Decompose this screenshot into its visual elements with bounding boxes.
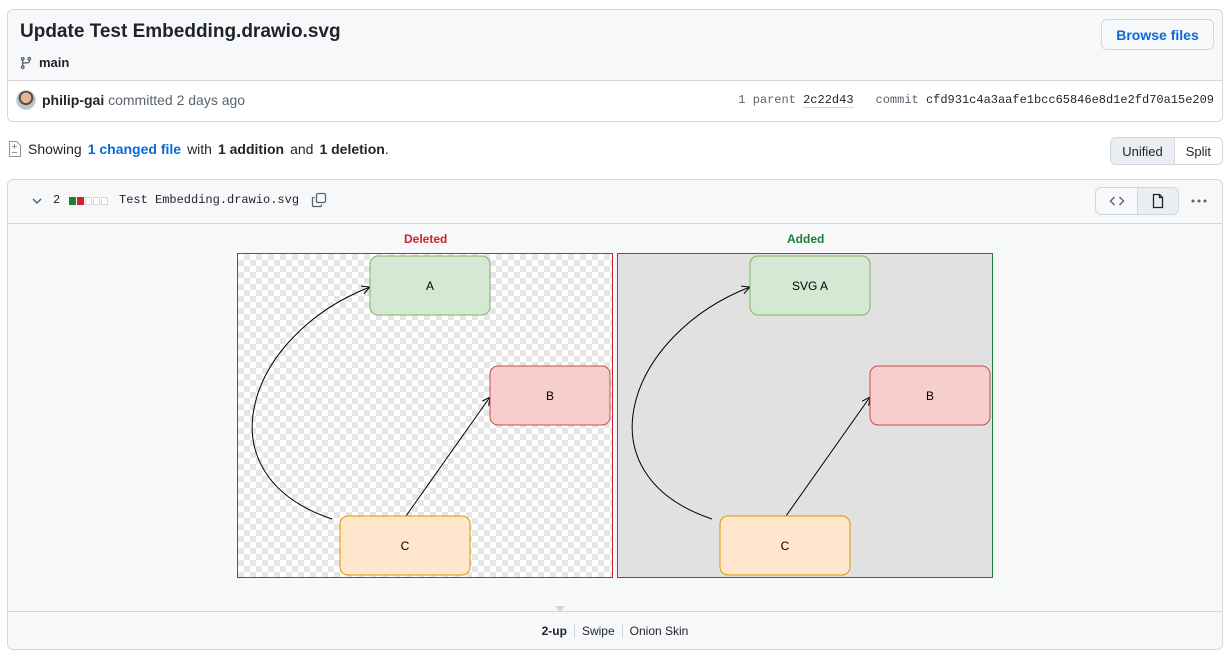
node-b-label: B xyxy=(926,389,934,403)
period: . xyxy=(384,141,389,157)
commit-summary-bar: Update Test Embedding.drawio.svg main Br… xyxy=(8,10,1222,81)
node-b-label: B xyxy=(546,389,554,403)
commit-title: Update Test Embedding.drawio.svg xyxy=(20,21,341,42)
node-a-label: SVG A xyxy=(792,279,828,293)
diffstat-square xyxy=(93,197,100,205)
commit-info: commit cfd931c4a3aafe1bcc65846e8d1e2fd70… xyxy=(876,93,1214,107)
branch-name: main xyxy=(39,55,70,70)
diff-view-toggle: Unified Split xyxy=(1110,137,1223,165)
file-diff-icon xyxy=(9,141,21,157)
edge-c-to-b xyxy=(405,397,490,517)
rich-view-button[interactable] xyxy=(1137,188,1178,214)
git-branch-icon xyxy=(20,56,32,69)
showing-text: Showing xyxy=(28,141,82,157)
mode-2up[interactable]: 2-up xyxy=(535,624,574,638)
deleted-image-frame: A B C xyxy=(237,253,613,578)
split-view-button[interactable]: Split xyxy=(1175,138,1222,164)
commit-meta: 1 parent 2c22d43 commit cfd931c4a3aafe1b… xyxy=(738,93,1214,108)
code-icon xyxy=(1109,196,1124,206)
file-name-link[interactable]: Test Embedding.drawio.svg xyxy=(119,193,299,207)
committed-text: committed 2 days ago xyxy=(108,92,246,108)
parent-label: 1 parent xyxy=(738,93,796,107)
node-c-label: C xyxy=(781,539,790,553)
file-diff: 2 Test Embedding.drawio.svg Deleted Adde… xyxy=(7,179,1223,650)
parent-info: 1 parent 2c22d43 xyxy=(738,93,854,108)
parent-sha-link[interactable]: 2c22d43 xyxy=(803,93,854,108)
change-count: 2 xyxy=(53,193,61,207)
avatar[interactable] xyxy=(16,90,36,110)
kebab-horizontal-icon[interactable] xyxy=(1190,192,1208,210)
file-viewer-toggle xyxy=(1095,187,1179,215)
edge-c-to-b xyxy=(785,397,870,517)
deletions-count: 1 deletion xyxy=(319,141,385,157)
diffstat-square xyxy=(69,197,76,205)
commit-label: commit xyxy=(875,93,919,107)
added-diagram: SVG A B C xyxy=(631,255,991,576)
mode-swipe[interactable]: Swipe xyxy=(573,623,622,638)
diffstat-square xyxy=(85,197,92,205)
with-text: with xyxy=(187,141,212,157)
unified-view-button[interactable]: Unified xyxy=(1111,138,1175,164)
commit-sha: cfd931c4a3aafe1bcc65846e8d1e2fd70a15e209 xyxy=(925,93,1214,107)
deleted-label: Deleted xyxy=(404,232,448,246)
and-text: and xyxy=(290,141,314,157)
browse-files-button[interactable]: Browse files xyxy=(1101,19,1214,50)
file-header: 2 Test Embedding.drawio.svg xyxy=(8,180,1222,224)
changed-files-link[interactable]: 1 changed file xyxy=(88,141,181,157)
edge-c-to-a xyxy=(251,287,370,520)
added-label: Added xyxy=(787,232,825,246)
added-image-frame: SVG A B C xyxy=(617,253,993,578)
author-line: philip-gai committed 2 days ago xyxy=(42,92,245,108)
commit-author-bar: philip-gai committed 2 days ago 1 parent… xyxy=(8,81,1222,121)
branch-indicator[interactable]: main xyxy=(19,55,69,70)
deleted-diagram: A B C xyxy=(251,255,611,576)
edge-c-to-a xyxy=(631,287,750,520)
copy-icon[interactable] xyxy=(311,192,327,208)
deletions-wrap: 1 deletion. xyxy=(319,141,388,157)
diffstat-square xyxy=(77,197,84,205)
chevron-down-icon[interactable] xyxy=(30,194,44,208)
additions-count: 1 addition xyxy=(217,141,285,157)
diffstat-square xyxy=(101,197,108,205)
node-a-label: A xyxy=(426,279,434,293)
diffstat xyxy=(69,197,108,205)
image-view-modes: 2-up Swipe Onion Skin xyxy=(8,606,1222,649)
diff-summary: Showing 1 changed file with 1 addition a… xyxy=(8,141,389,157)
commit-header: Update Test Embedding.drawio.svg main Br… xyxy=(7,9,1223,122)
node-c-label: C xyxy=(401,539,410,553)
mode-onion-skin[interactable]: Onion Skin xyxy=(621,623,696,638)
author-link[interactable]: philip-gai xyxy=(42,92,104,108)
source-view-button[interactable] xyxy=(1096,188,1137,214)
active-mode-notch xyxy=(555,606,565,612)
image-diff-area: Deleted Added A B C SVG A B C xyxy=(8,224,1222,612)
file-icon xyxy=(1152,193,1164,209)
